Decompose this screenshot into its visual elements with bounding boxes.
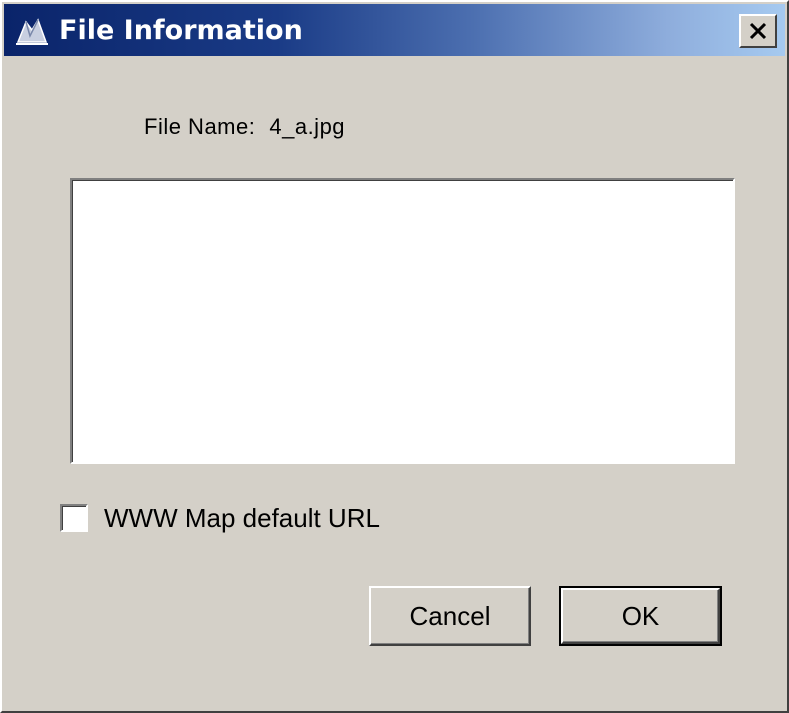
www-map-default-url-checkbox[interactable] <box>60 504 88 532</box>
ok-button-label: OK <box>621 600 660 631</box>
cancel-button-label: Cancel <box>409 600 491 631</box>
title-bar[interactable]: File Information <box>4 4 785 56</box>
file-name-label: File Name: <box>144 114 256 139</box>
www-map-default-url-label[interactable]: WWW Map default URL <box>104 503 380 534</box>
file-name-row: File Name: 4_a.jpg <box>144 114 345 140</box>
www-map-default-url-option[interactable]: WWW Map default URL <box>60 502 380 534</box>
app-icon <box>14 16 50 46</box>
window-title: File Information <box>59 15 303 46</box>
close-icon <box>749 22 767 40</box>
file-name-value: 4_a.jpg <box>269 114 346 139</box>
close-button[interactable] <box>739 14 777 48</box>
ok-button[interactable]: OK <box>559 586 722 646</box>
file-information-dialog: File Information File Name: 4_a.jpg WWW M… <box>0 0 789 713</box>
cancel-button[interactable]: Cancel <box>369 586 531 646</box>
file-info-textarea[interactable] <box>70 178 735 464</box>
